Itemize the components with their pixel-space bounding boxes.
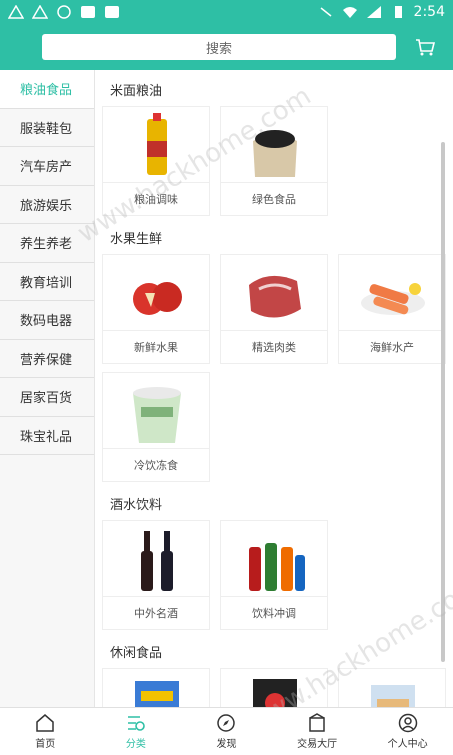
tab-category[interactable]: 分类: [91, 708, 182, 755]
wifi-icon: [342, 7, 357, 18]
bread-image: [357, 673, 429, 707]
app-icon: [105, 6, 119, 18]
product-tile[interactable]: 冷饮冻食: [102, 372, 210, 482]
bottom-tab-bar: 首页 分类 发现 交易大厅 个人中心: [0, 707, 453, 755]
tab-label: 交易大厅: [297, 739, 338, 750]
search-input[interactable]: 搜索: [42, 34, 396, 60]
tab-label: 首页: [35, 739, 56, 750]
sidebar-item-nutrition[interactable]: 营养保健: [0, 339, 94, 378]
section-title: 水果生鲜: [110, 232, 163, 247]
snack-image: [121, 673, 193, 707]
meat-image: [239, 259, 311, 331]
cart-icon[interactable]: [414, 36, 436, 58]
tab-label: 发现: [216, 739, 237, 750]
cooking-oil-image: [121, 111, 193, 183]
sidebar-item-electronics[interactable]: 数码电器: [0, 301, 94, 340]
salmon-image: [357, 259, 429, 331]
status-bar: 2:54: [0, 0, 453, 24]
tab-profile[interactable]: 个人中心: [362, 708, 453, 755]
sidebar-item-apparel[interactable]: 服装鞋包: [0, 108, 94, 147]
product-label: 冷饮冻食: [103, 448, 209, 481]
product-tile[interactable]: [102, 668, 210, 707]
tab-trading-hall[interactable]: 交易大厅: [272, 708, 363, 755]
app-icon: [81, 6, 95, 18]
tab-discover[interactable]: 发现: [181, 708, 272, 755]
scrollbar[interactable]: [441, 142, 445, 662]
notification-icon: [32, 5, 48, 19]
sidebar-item-household[interactable]: 居家百货: [0, 378, 94, 417]
notification-icon: [8, 5, 24, 19]
category-sidebar: 粮油食品 服装鞋包 汽车房产 旅游娱乐 养生养老 教育培训 数码电器 营养保健 …: [0, 70, 95, 707]
section-title: 酒水饮料: [110, 498, 163, 513]
product-tile[interactable]: 粮油调味: [102, 106, 210, 216]
ice-cream-image: [121, 377, 193, 449]
product-tile[interactable]: 绿色食品: [220, 106, 328, 216]
category-list-icon: [127, 716, 145, 731]
section-title: 休闲食品: [110, 646, 163, 661]
soft-drinks-image: [239, 525, 311, 597]
sidebar-item-travel[interactable]: 旅游娱乐: [0, 185, 94, 224]
wine-bottle-image: [121, 525, 193, 597]
sidebar-item-education[interactable]: 教育培训: [0, 262, 94, 301]
tab-home[interactable]: 首页: [0, 708, 91, 755]
sidebar-item-grain-oil[interactable]: 粮油食品: [0, 70, 94, 109]
apple-image: [121, 259, 193, 331]
product-tile[interactable]: 精选肉类: [220, 254, 328, 364]
user-icon: [398, 713, 417, 733]
product-label: 粮油调味: [103, 182, 209, 215]
tab-label: 分类: [125, 739, 146, 750]
product-tile[interactable]: [338, 668, 446, 707]
chips-image: [239, 673, 311, 707]
tab-label: 个人中心: [387, 739, 428, 750]
sync-icon: [57, 5, 71, 19]
grain-sack-image: [239, 111, 311, 183]
product-tile[interactable]: 海鲜水产: [338, 254, 446, 364]
status-time: 2:54: [413, 4, 445, 20]
signal-icon: [366, 6, 381, 18]
product-label: 新鲜水果: [103, 330, 209, 363]
sidebar-item-jewelry[interactable]: 珠宝礼品: [0, 416, 94, 455]
product-tile[interactable]: [220, 668, 328, 707]
product-label: 绿色食品: [221, 182, 327, 215]
sidebar-item-wellness[interactable]: 养生养老: [0, 224, 94, 263]
battery-icon: [394, 6, 402, 18]
compass-icon: [217, 714, 236, 732]
product-tile[interactable]: 新鲜水果: [102, 254, 210, 364]
home-icon: [36, 714, 55, 732]
product-tile[interactable]: 中外名酒: [102, 520, 210, 630]
sidebar-item-auto-property[interactable]: 汽车房产: [0, 147, 94, 186]
product-label: 中外名酒: [103, 596, 209, 629]
header: 搜索: [0, 24, 453, 70]
product-label: 精选肉类: [221, 330, 327, 363]
product-tile[interactable]: 饮料冲调: [220, 520, 328, 630]
trading-hall-icon: [309, 713, 325, 732]
mute-icon: [320, 7, 332, 17]
category-content: 米面粮油 粮油调味 绿色食品 水果生鲜 新鲜水果 精选肉类 海鲜水产 冷饮冻食 …: [95, 70, 453, 707]
product-label: 饮料冲调: [221, 596, 327, 629]
product-label: 海鲜水产: [339, 330, 445, 363]
section-title: 米面粮油: [110, 84, 163, 99]
